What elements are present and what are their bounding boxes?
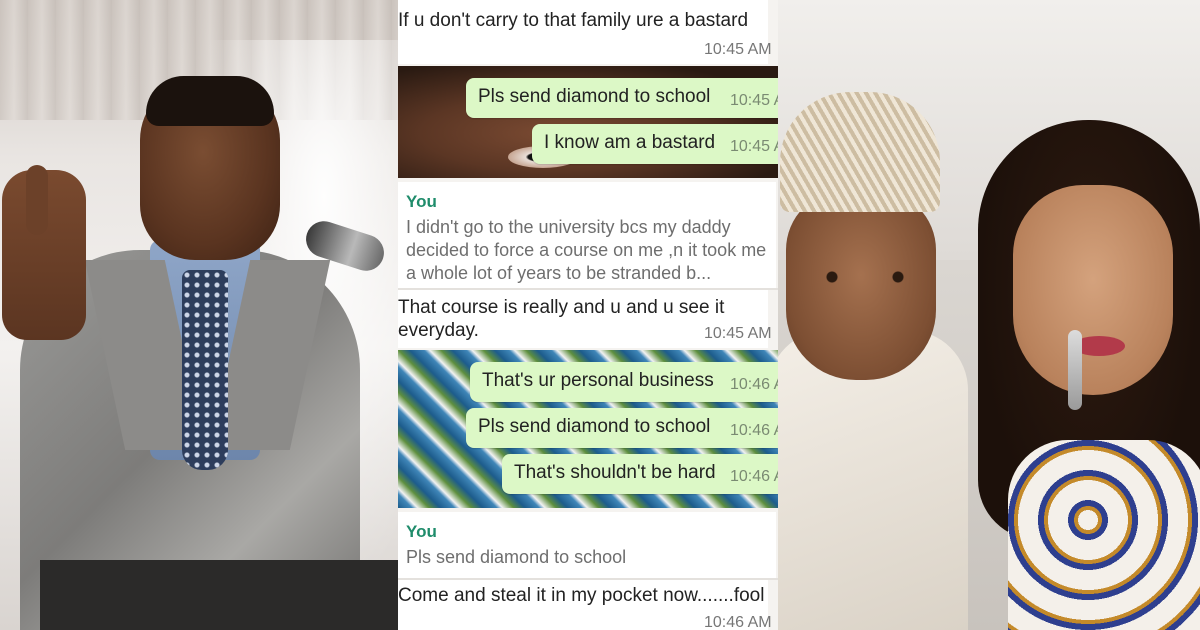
message-time: 10:45 AM xyxy=(704,41,772,58)
quote-sender: You xyxy=(406,522,437,541)
message-time: 10:46 AM xyxy=(730,422,778,439)
raised-finger xyxy=(26,165,48,235)
quoted-message[interactable]: You I didn't go to the university bcs my… xyxy=(398,182,776,288)
quote-text: Pls send diamond to school xyxy=(406,547,627,567)
message-time: 10:46 AM xyxy=(730,376,778,393)
message-time: 10:46 AM xyxy=(730,468,778,485)
right-photo-couple xyxy=(778,0,1200,630)
incoming-message: Come and steal it in my pocket now......… xyxy=(398,580,772,630)
outgoing-message: Pls send diamond to school 10:46 AM xyxy=(466,408,778,448)
message-time: 10:45 AM xyxy=(730,92,778,109)
woman-face xyxy=(1013,185,1173,395)
quote-sender: You xyxy=(406,192,437,211)
chat-screenshot: If u don't carry to that family ure a ba… xyxy=(398,0,778,630)
man-head xyxy=(786,190,936,380)
outgoing-message: That's shouldn't be hard 10:46 AM xyxy=(502,454,778,494)
quote-text: I didn't go to the university bcs my dad… xyxy=(406,217,767,283)
necktie xyxy=(182,270,228,470)
man-eyes xyxy=(810,270,920,284)
message-text: I know am a bastard xyxy=(544,132,716,153)
message-text: That's ur personal business xyxy=(482,370,714,391)
outgoing-message: I know am a bastard 10:45 AM xyxy=(532,124,778,164)
outgoing-message: That's ur personal business 10:46 AM xyxy=(470,362,778,402)
message-text: Pls send diamond to school xyxy=(478,416,711,437)
traditional-cap xyxy=(780,92,940,212)
pastor-hair xyxy=(146,76,274,126)
incoming-message: If u don't carry to that family ure a ba… xyxy=(398,0,772,64)
message-time: 10:45 AM xyxy=(730,138,778,155)
quoted-message[interactable]: You Pls send diamond to school xyxy=(398,512,776,578)
message-text: That's shouldn't be hard xyxy=(514,462,716,483)
outgoing-message: Pls send diamond to school 10:45 AM xyxy=(466,78,778,118)
message-text: If u don't carry to that family ure a ba… xyxy=(398,10,749,31)
earring xyxy=(1068,330,1082,410)
message-time: 10:46 AM xyxy=(704,614,772,630)
podium xyxy=(40,560,398,630)
incoming-message: That course is really and u and u see it… xyxy=(398,290,772,348)
message-text: Come and steal it in my pocket now......… xyxy=(398,585,765,606)
message-text: Pls send diamond to school xyxy=(478,86,711,107)
left-photo-pastor xyxy=(0,0,398,630)
woman-dress xyxy=(1008,440,1200,630)
message-time: 10:45 AM xyxy=(704,325,772,342)
